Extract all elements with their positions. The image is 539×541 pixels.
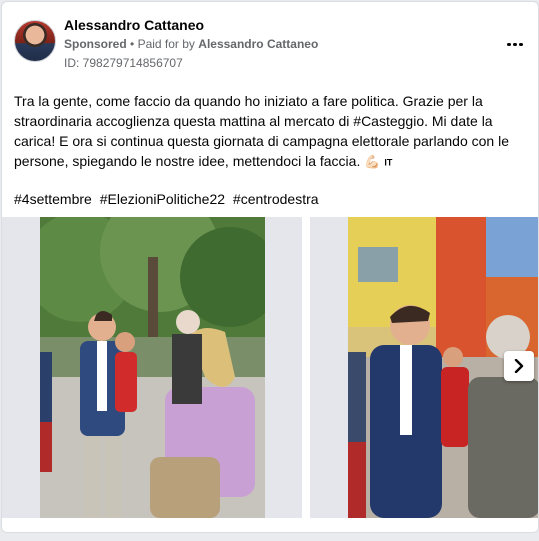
sponsored-line: Sponsored • Paid for by Alessandro Catta… (64, 37, 318, 51)
paid-by-name: Alessandro Cattaneo (198, 37, 319, 51)
ad-id: ID: 798279714856707 (64, 56, 183, 70)
ad-card: Alessandro Cattaneo Sponsored • Paid for… (1, 1, 539, 533)
chevron-right-icon (514, 359, 524, 373)
avatar[interactable] (14, 20, 56, 62)
hashtags: #4settembre #ElezioniPolitiche22 #centro… (14, 191, 323, 207)
carousel-slide[interactable] (2, 217, 302, 518)
post-text: Tra la gente, come faccio da quando ho i… (14, 91, 524, 172)
post-body: Tra la gente, come faccio da quando ho i… (14, 93, 509, 169)
more-options-button[interactable] (504, 34, 526, 50)
image-carousel[interactable] (2, 217, 538, 518)
separator: • (130, 37, 135, 51)
advertiser-name[interactable]: Alessandro Cattaneo (64, 17, 204, 33)
campaign-photo (40, 217, 265, 518)
paid-for-prefix: Paid for by (137, 37, 195, 51)
card-footer (2, 518, 538, 532)
paid-for-by: Paid for by Alessandro Cattaneo (138, 37, 319, 51)
post-header: Alessandro Cattaneo Sponsored • Paid for… (14, 14, 526, 74)
hashtag-link[interactable]: #4settembre (14, 191, 92, 207)
sponsored-label: Sponsored (64, 37, 127, 51)
more-options-icon (506, 33, 524, 51)
hashtag-link[interactable]: #centrodestra (233, 191, 319, 207)
carousel-next-button[interactable] (504, 351, 534, 381)
flexed-biceps-icon: 💪🏻 (364, 154, 381, 169)
hashtag-link[interactable]: #ElezioniPolitiche22 (100, 191, 225, 207)
italy-flag-icon: IT (384, 157, 393, 168)
